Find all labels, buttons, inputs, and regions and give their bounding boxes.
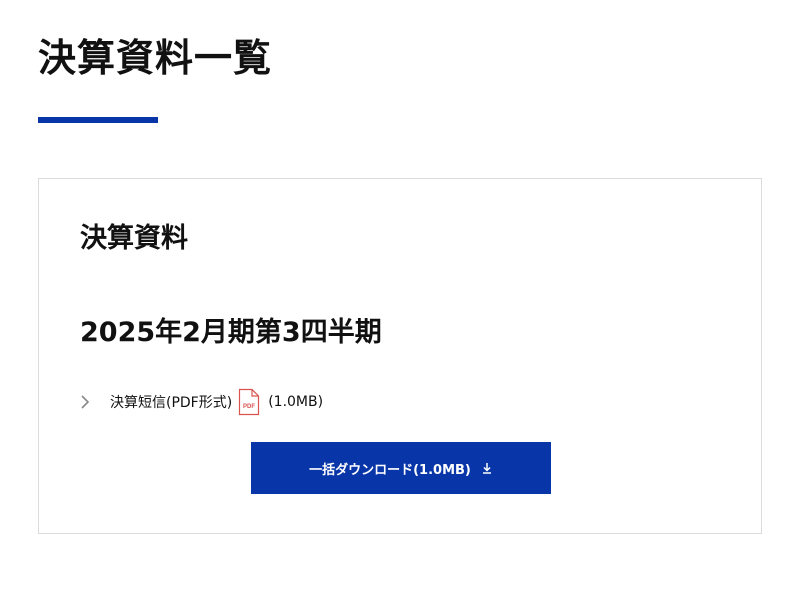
bulk-download-button[interactable]: 一括ダウンロード(1.0MB) (251, 442, 551, 494)
document-label: 決算短信(PDF形式) (110, 395, 233, 411)
svg-text:PDF: PDF (243, 404, 255, 410)
period-heading: 2025年2月期第3四半期 (80, 317, 382, 348)
section-heading: 決算資料 (80, 223, 188, 254)
document-link-kessan-tanshin[interactable]: 決算短信(PDF形式) PDF (1.0MB) (80, 387, 323, 417)
title-underline (38, 117, 158, 123)
chevron-right-icon (81, 395, 90, 409)
financial-materials-card: 決算資料 2025年2月期第3四半期 決算短信(PDF形式) PDF (1.0M… (38, 178, 762, 534)
document-size: (1.0MB) (268, 394, 324, 410)
page-title: 決算資料一覧 (38, 36, 273, 80)
download-icon (482, 463, 491, 474)
pdf-icon: PDF (239, 388, 260, 416)
bulk-download-label: 一括ダウンロード(1.0MB) (309, 462, 471, 478)
page: 決算資料一覧 決算資料 2025年2月期第3四半期 決算短信(PDF形式) PD… (0, 0, 800, 600)
